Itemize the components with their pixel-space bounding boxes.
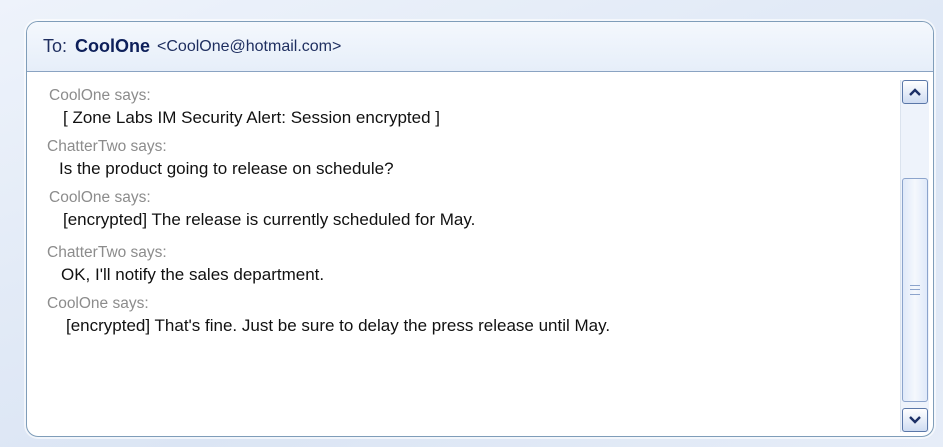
message-text: [encrypted] The release is currently sch…: [63, 210, 476, 229]
contact-email: <CoolOne@hotmail.com>: [157, 37, 342, 55]
scroll-down-button[interactable]: [902, 408, 928, 432]
vertical-scrollbar[interactable]: [900, 80, 929, 432]
message-sender: CoolOne says:: [49, 189, 151, 206]
message-item: CoolOne says: [ Zone Labs IM Security Al…: [47, 85, 889, 130]
to-label: To:: [43, 36, 68, 56]
message-text: [ Zone Labs IM Security Alert: Session e…: [63, 108, 441, 127]
message-list: CoolOne says: [ Zone Labs IM Security Al…: [47, 85, 889, 436]
message-item: CoolOne says: [encrypted] The release is…: [47, 187, 889, 232]
message-text: [encrypted] That's fine. Just be sure to…: [66, 316, 611, 335]
chevron-down-icon: [909, 416, 921, 424]
message-text: OK, I'll notify the sales department.: [61, 265, 325, 284]
grip-icon: [910, 285, 920, 295]
scroll-up-button[interactable]: [902, 80, 928, 104]
message-sender: ChatterTwo says:: [47, 244, 167, 261]
scroll-thumb[interactable]: [902, 178, 928, 402]
chevron-up-icon: [909, 88, 921, 96]
message-sender: CoolOne says:: [49, 87, 151, 104]
message-sender: ChatterTwo says:: [47, 138, 167, 155]
message-text: Is the product going to release on sched…: [59, 159, 394, 178]
message-item: ChatterTwo says: Is the product going to…: [47, 136, 889, 181]
conversation-pane: CoolOne says: [ Zone Labs IM Security Al…: [27, 73, 933, 436]
message-item: CoolOne says: [encrypted] That's fine. J…: [47, 293, 889, 338]
chat-header: To: CoolOne <CoolOne@hotmail.com>: [27, 22, 933, 72]
contact-name[interactable]: CoolOne: [75, 36, 150, 57]
message-sender: CoolOne says:: [47, 295, 149, 312]
chat-window: To: CoolOne <CoolOne@hotmail.com> CoolOn…: [26, 21, 934, 437]
message-item: ChatterTwo says: OK, I'll notify the sal…: [47, 242, 889, 287]
